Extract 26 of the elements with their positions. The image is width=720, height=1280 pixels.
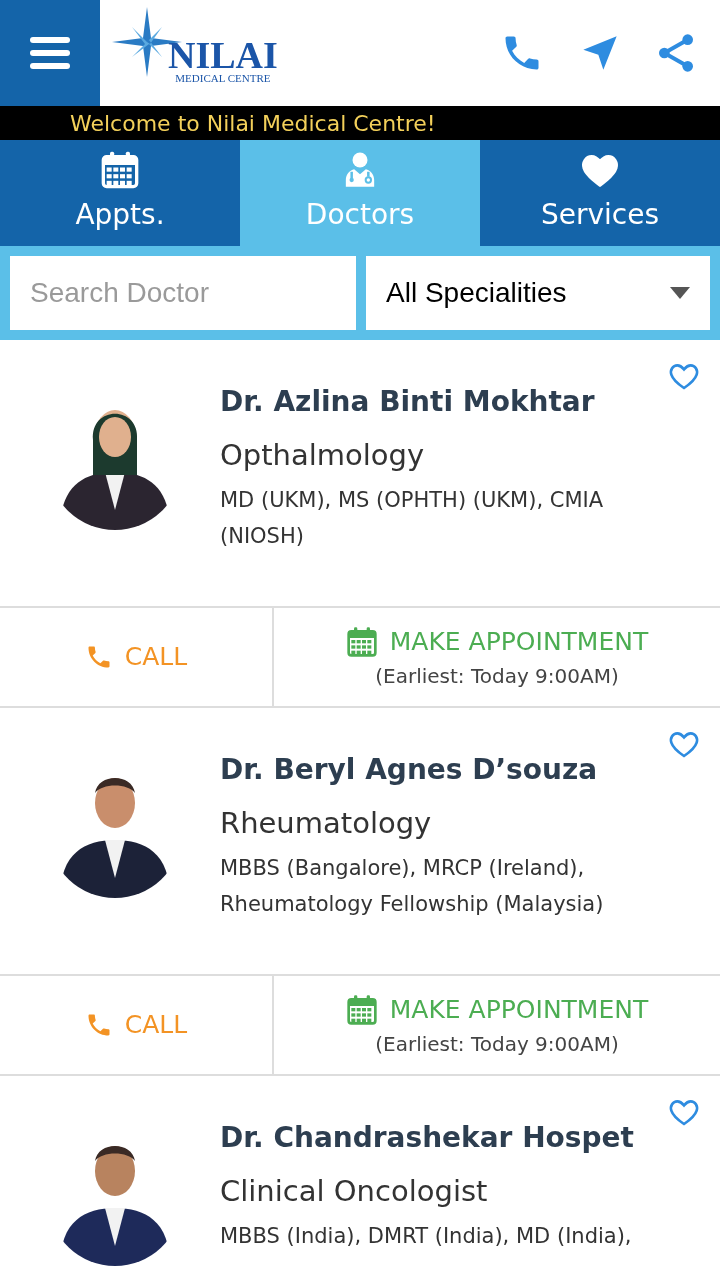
logo-name: NILAI	[168, 38, 278, 72]
caret-icon	[670, 287, 690, 299]
doctor-credentials: MBBS (India), DMRT (India), MD (India),	[220, 1223, 633, 1250]
nav-tab[interactable]: Services	[480, 140, 720, 246]
appointment-button[interactable]: MAKE APPOINTMENT (Earliest: Today 9:00AM)	[274, 608, 720, 706]
nav-tab[interactable]: Appts.	[0, 140, 240, 246]
appointment-button[interactable]: MAKE APPOINTMENT (Earliest: Today 9:00AM)	[274, 976, 720, 1074]
menu-button[interactable]	[0, 0, 100, 106]
calendar-icon	[345, 994, 378, 1026]
doctor-name: Dr. Beryl Agnes D’souza	[220, 752, 599, 788]
doctor-name: Dr. Azlina Binti Mokhtar	[220, 384, 596, 420]
calendar-icon	[345, 626, 378, 658]
doctor-speciality: Opthalmology	[220, 437, 426, 474]
share-icon	[656, 33, 696, 73]
speciality-dropdown[interactable]: All Specialities	[366, 256, 710, 330]
doctor-speciality: Clinical Oncologist	[220, 1173, 489, 1210]
search-field[interactable]: Search Doctor	[10, 256, 356, 330]
logo-subtitle: MEDICAL CENTRE	[175, 72, 271, 84]
doctor-name: Dr. Chandrashekar Hospet	[220, 1120, 635, 1156]
share-button[interactable]	[656, 33, 696, 73]
doctor-credentials: MD (UKM), MS (OPHTH) (UKM), CMIA (NIOSH)	[220, 487, 605, 550]
doctor-speciality: Rheumatology	[220, 805, 433, 842]
menu-icon	[30, 35, 70, 71]
calendar-icon	[100, 150, 140, 190]
doctor-credentials: MBBS (Bangalore), MRCP (Ireland), Rheumatology Fellowship (Malaysia)	[220, 855, 605, 918]
welcome-text: Welcome to Nilai Medical Centre!	[70, 109, 436, 138]
